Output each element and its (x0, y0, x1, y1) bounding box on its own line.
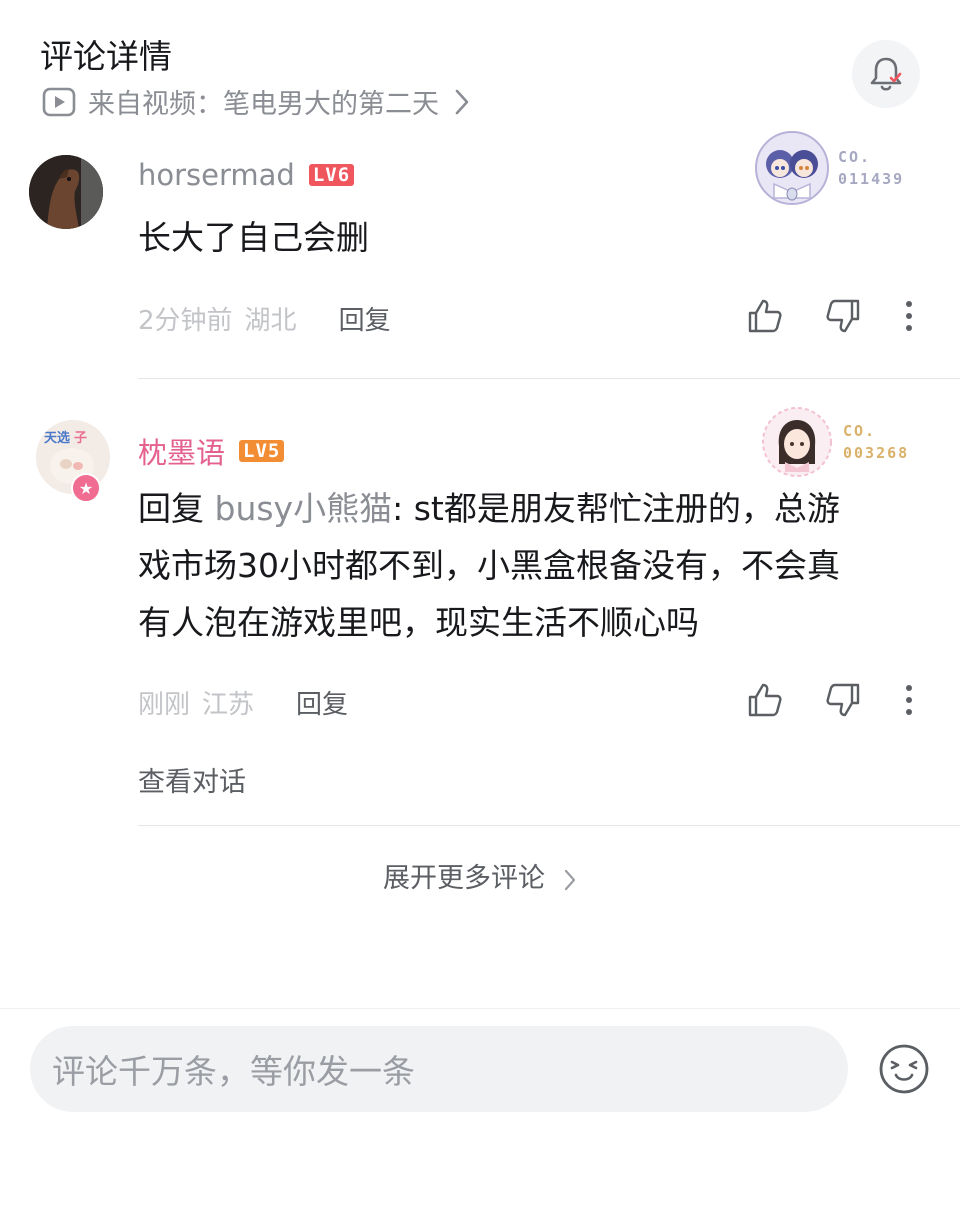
svg-text:子: 子 (74, 431, 87, 446)
notification-button[interactable] (852, 40, 920, 108)
thumbs-up-icon (748, 299, 782, 333)
view-conversation-link[interactable]: 查看对话 (138, 760, 246, 799)
more-options-button[interactable] (889, 680, 929, 720)
fan-badge[interactable]: CO. 011439 (752, 128, 904, 208)
level-badge: LV6 (308, 164, 355, 186)
more-vertical-icon (906, 685, 912, 715)
comment-location: 湖北 (244, 306, 297, 336)
username[interactable]: horsermad (138, 158, 295, 192)
thumbs-down-icon (826, 683, 860, 717)
comment-actions (745, 296, 929, 336)
vip-badge-icon: ★ (78, 478, 94, 498)
comment-input[interactable]: 评论千万条，等你发一条 (30, 1026, 848, 1112)
fan-badge-code-number: 003268 (843, 444, 910, 462)
page-title: 评论详情 (40, 37, 172, 76)
comment-composer-bar: 评论千万条，等你发一条 (0, 1008, 960, 1209)
mention-link[interactable]: busy小熊猫 (215, 489, 393, 528)
comment-meta: 刚刚 江苏 回复 (138, 684, 348, 721)
source-video-text: 来自视频：笔电男大的第二天 (88, 89, 439, 120)
comment-meta: 2分钟前 湖北 回复 (138, 300, 391, 337)
comment-actions (745, 680, 929, 720)
dislike-button[interactable] (823, 680, 863, 720)
comment-text-line: 戏市场30小时都不到，小黑盒根备没有，不会真 (138, 546, 840, 585)
fan-badge-art-image (762, 407, 832, 477)
vip-badge: ★ (71, 473, 101, 503)
comment-time: 2分钟前 (138, 306, 233, 336)
comment-text: 长大了自己会删 (138, 218, 369, 257)
like-button[interactable] (745, 296, 785, 336)
source-video-link[interactable]: 来自视频：笔电男大的第二天 (42, 82, 471, 121)
comment-text: 回复 busy小熊猫: st都是朋友帮忙注册的，总游 戏市场30小时都不到，小黑… (138, 480, 928, 651)
expand-more-comments-button[interactable]: 展开更多评论 (0, 856, 960, 895)
divider (138, 825, 960, 826)
username-row: 枕墨语 LV5 (138, 430, 285, 472)
chevron-right-icon (564, 869, 576, 890)
fan-badge-code-label: CO. (843, 422, 877, 440)
fan-badge-code-number: 011439 (838, 170, 905, 188)
comment-text-part: : st都是朋友帮忙注册的，总游 (392, 489, 840, 528)
fan-badge-art-image (755, 131, 829, 205)
thumbs-down-icon (826, 299, 860, 333)
divider (138, 378, 960, 379)
thumbs-up-icon (748, 683, 782, 717)
username[interactable]: 枕墨语 (138, 430, 225, 472)
reply-prefix: 回复 (138, 489, 215, 528)
horse-avatar-image (29, 155, 103, 229)
dislike-button[interactable] (823, 296, 863, 336)
more-vertical-icon (906, 301, 912, 331)
reply-button[interactable]: 回复 (339, 300, 391, 337)
avatar[interactable] (29, 155, 103, 229)
comment-time: 刚刚 (138, 690, 191, 720)
fan-badge-code-label: CO. (838, 148, 872, 166)
bell-icon (870, 57, 902, 91)
more-options-button[interactable] (889, 296, 929, 336)
username-row: horsermad LV6 (138, 158, 355, 192)
video-icon (42, 87, 76, 116)
reply-button[interactable]: 回复 (296, 684, 348, 721)
level-badge: LV5 (239, 440, 285, 462)
svg-text:天选: 天选 (44, 430, 70, 446)
fan-badge[interactable]: CO. 003268 (757, 402, 909, 482)
expand-more-label: 展开更多评论 (383, 863, 545, 894)
chevron-right-icon (455, 89, 469, 114)
comment-text-line: 有人泡在游戏里吧，现实生活不顺心吗 (138, 603, 699, 642)
comment-location: 江苏 (202, 690, 255, 720)
like-button[interactable] (745, 680, 785, 720)
comment-text-line: 回复 busy小熊猫: st都是朋友帮忙注册的，总游 (138, 480, 928, 537)
emoji-face-icon[interactable] (878, 1043, 930, 1095)
